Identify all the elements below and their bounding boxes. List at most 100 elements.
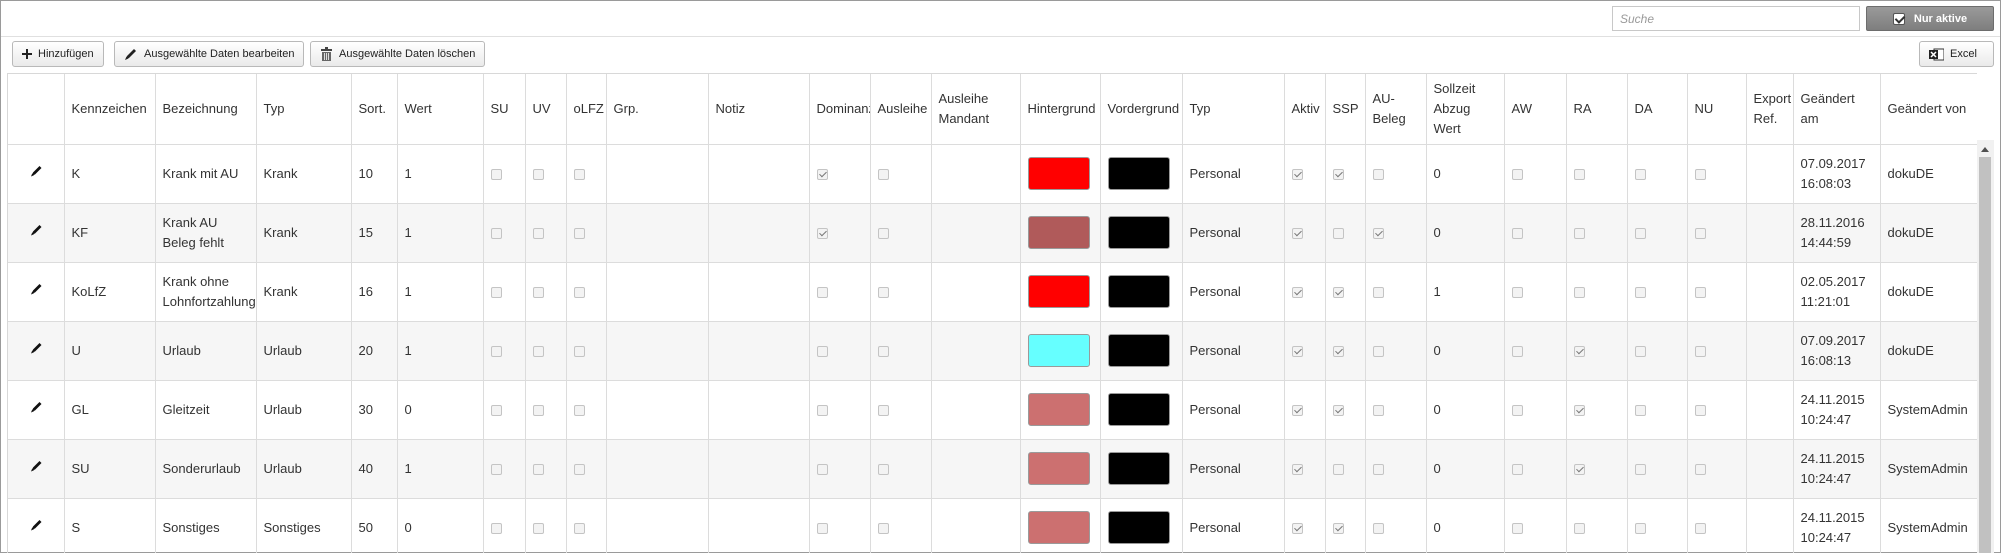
col-header-typ[interactable]: Typ bbox=[256, 74, 352, 145]
table-row[interactable]: GL Gleitzeit Urlaub 30 0 Personal 0 24.11.2015 … bbox=[8, 380, 1977, 440]
col-header-geaendert-am[interactable]: Geändert am bbox=[1793, 74, 1881, 145]
col-header-su[interactable]: SU bbox=[483, 74, 526, 145]
ra-checkbox[interactable] bbox=[1573, 168, 1585, 180]
ausleihe-checkbox[interactable] bbox=[877, 345, 889, 357]
col-header-hintergrund[interactable]: Hintergrund bbox=[1020, 74, 1101, 145]
col-header-aw[interactable]: AW bbox=[1504, 74, 1567, 145]
scrollbar-thumb[interactable] bbox=[1979, 157, 1991, 553]
ra-checkbox[interactable] bbox=[1573, 345, 1585, 357]
col-header-bezeichnung[interactable]: Bezeichnung bbox=[155, 74, 257, 145]
olfz-checkbox[interactable] bbox=[573, 345, 585, 357]
au-beleg-checkbox[interactable] bbox=[1372, 522, 1384, 534]
ausleihe-checkbox[interactable] bbox=[877, 522, 889, 534]
uv-checkbox[interactable] bbox=[532, 404, 544, 416]
dominanz-checkbox[interactable] bbox=[816, 404, 828, 416]
col-header-dominanz[interactable]: Dominanz bbox=[809, 74, 871, 145]
col-header-au-beleg[interactable]: AU-Beleg bbox=[1365, 74, 1427, 145]
ausleihe-checkbox[interactable] bbox=[877, 168, 889, 180]
su-checkbox[interactable] bbox=[490, 522, 502, 534]
aw-checkbox[interactable] bbox=[1511, 345, 1523, 357]
dominanz-checkbox[interactable] bbox=[816, 522, 828, 534]
active-only-toggle[interactable]: Nur aktive bbox=[1866, 6, 1994, 31]
background-color-swatch[interactable] bbox=[1027, 157, 1090, 190]
su-checkbox[interactable] bbox=[490, 286, 502, 298]
uv-checkbox[interactable] bbox=[532, 286, 544, 298]
ausleihe-checkbox[interactable] bbox=[877, 286, 889, 298]
table-row[interactable]: KF Krank AU Beleg fehlt Krank 15 1 Personal 0 2… bbox=[8, 203, 1977, 263]
col-header-uv[interactable]: UV bbox=[525, 74, 567, 145]
foreground-color-swatch[interactable] bbox=[1107, 157, 1170, 190]
ra-checkbox[interactable] bbox=[1573, 463, 1585, 475]
background-color-swatch[interactable] bbox=[1027, 511, 1090, 544]
table-row[interactable]: KoLfZ Krank ohne Lohnfortzahlung Krank 16 1 P… bbox=[8, 262, 1977, 322]
foreground-color-swatch[interactable] bbox=[1107, 216, 1170, 249]
foreground-color-swatch[interactable] bbox=[1107, 511, 1170, 544]
delete-selected-button[interactable]: Ausgewählte Daten löschen bbox=[310, 41, 486, 67]
col-header-geaendert-von[interactable]: Geändert von bbox=[1880, 74, 1977, 145]
nu-checkbox[interactable] bbox=[1694, 522, 1706, 534]
ssp-checkbox[interactable] bbox=[1332, 286, 1344, 298]
aw-checkbox[interactable] bbox=[1511, 404, 1523, 416]
uv-checkbox[interactable] bbox=[532, 168, 544, 180]
table-row[interactable]: S Sonstiges Sonstiges 50 0 Personal 0 24.11.201… bbox=[8, 498, 1977, 553]
nu-checkbox[interactable] bbox=[1694, 345, 1706, 357]
su-checkbox[interactable] bbox=[490, 168, 502, 180]
aw-checkbox[interactable] bbox=[1511, 522, 1523, 534]
dominanz-checkbox[interactable] bbox=[816, 227, 828, 239]
col-header-notiz[interactable]: Notiz bbox=[708, 74, 810, 145]
ssp-checkbox[interactable] bbox=[1332, 345, 1344, 357]
background-color-swatch[interactable] bbox=[1027, 275, 1090, 308]
edit-pencil-icon[interactable] bbox=[29, 459, 43, 479]
foreground-color-swatch[interactable] bbox=[1107, 334, 1170, 367]
au-beleg-checkbox[interactable] bbox=[1372, 227, 1384, 239]
ra-checkbox[interactable] bbox=[1573, 522, 1585, 534]
nu-checkbox[interactable] bbox=[1694, 168, 1706, 180]
col-header-ausleihe[interactable]: Ausleihe bbox=[870, 74, 932, 145]
au-beleg-checkbox[interactable] bbox=[1372, 345, 1384, 357]
olfz-checkbox[interactable] bbox=[573, 286, 585, 298]
da-checkbox[interactable] bbox=[1634, 463, 1646, 475]
da-checkbox[interactable] bbox=[1634, 345, 1646, 357]
foreground-color-swatch[interactable] bbox=[1107, 452, 1170, 485]
background-color-swatch[interactable] bbox=[1027, 216, 1090, 249]
da-checkbox[interactable] bbox=[1634, 404, 1646, 416]
col-header-da[interactable]: DA bbox=[1627, 74, 1688, 145]
ssp-checkbox[interactable] bbox=[1332, 168, 1344, 180]
table-row[interactable]: SU Sonderurlaub Urlaub 40 1 Personal 0 24.11.20… bbox=[8, 439, 1977, 499]
aktiv-checkbox[interactable] bbox=[1291, 227, 1303, 239]
aktiv-checkbox[interactable] bbox=[1291, 345, 1303, 357]
col-header-olfz[interactable]: oLFZ bbox=[566, 74, 607, 145]
uv-checkbox[interactable] bbox=[532, 345, 544, 357]
edit-pencil-icon[interactable] bbox=[29, 164, 43, 184]
dominanz-checkbox[interactable] bbox=[816, 463, 828, 475]
au-beleg-checkbox[interactable] bbox=[1372, 404, 1384, 416]
olfz-checkbox[interactable] bbox=[573, 404, 585, 416]
ra-checkbox[interactable] bbox=[1573, 404, 1585, 416]
ausleihe-checkbox[interactable] bbox=[877, 404, 889, 416]
da-checkbox[interactable] bbox=[1634, 168, 1646, 180]
nu-checkbox[interactable] bbox=[1694, 227, 1706, 239]
edit-pencil-icon[interactable] bbox=[29, 341, 43, 361]
edit-pencil-icon[interactable] bbox=[29, 400, 43, 420]
col-header-export-ref[interactable]: Export Ref. bbox=[1746, 74, 1794, 145]
uv-checkbox[interactable] bbox=[532, 227, 544, 239]
nu-checkbox[interactable] bbox=[1694, 286, 1706, 298]
col-header-ssp[interactable]: SSP bbox=[1325, 74, 1366, 145]
olfz-checkbox[interactable] bbox=[573, 168, 585, 180]
uv-checkbox[interactable] bbox=[532, 522, 544, 534]
aktiv-checkbox[interactable] bbox=[1291, 286, 1303, 298]
nu-checkbox[interactable] bbox=[1694, 404, 1706, 416]
aw-checkbox[interactable] bbox=[1511, 286, 1523, 298]
ssp-checkbox[interactable] bbox=[1332, 522, 1344, 534]
dominanz-checkbox[interactable] bbox=[816, 168, 828, 180]
aktiv-checkbox[interactable] bbox=[1291, 463, 1303, 475]
background-color-swatch[interactable] bbox=[1027, 393, 1090, 426]
col-header-wert[interactable]: Wert bbox=[397, 74, 484, 145]
aw-checkbox[interactable] bbox=[1511, 227, 1523, 239]
ssp-checkbox[interactable] bbox=[1332, 463, 1344, 475]
su-checkbox[interactable] bbox=[490, 227, 502, 239]
search-input[interactable] bbox=[1612, 6, 1860, 31]
col-header-nu[interactable]: NU bbox=[1687, 74, 1747, 145]
excel-export-button[interactable]: Excel bbox=[1919, 41, 1994, 67]
ssp-checkbox[interactable] bbox=[1332, 404, 1344, 416]
